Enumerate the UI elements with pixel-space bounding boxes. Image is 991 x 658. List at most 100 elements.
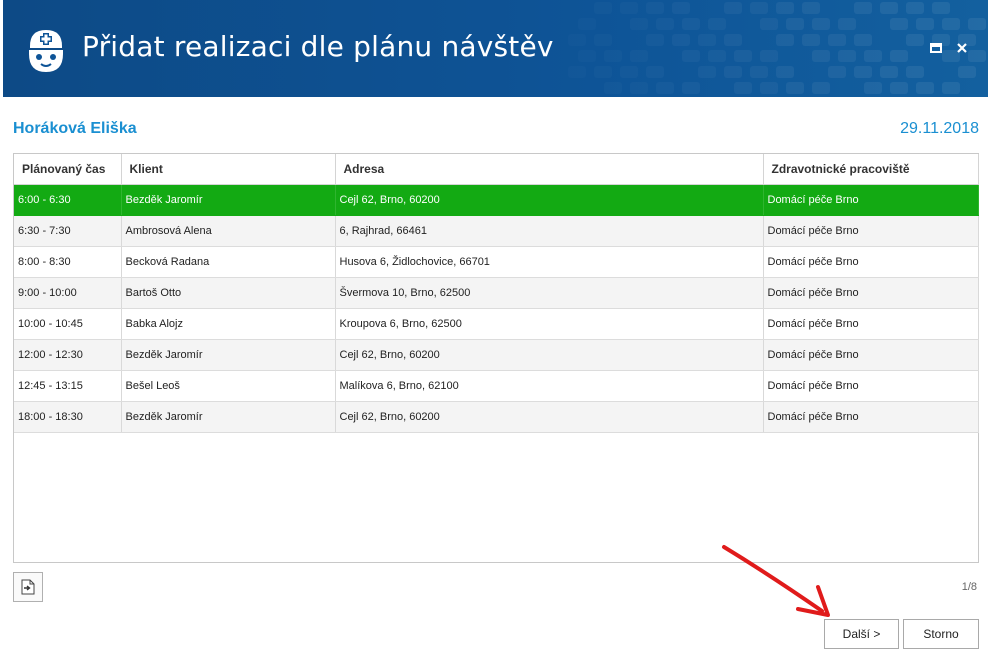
pattern-tile: [838, 18, 856, 30]
column-time-cell: 8:00 - 8:30: [14, 246, 122, 278]
column-time-cell: 9:00 - 10:00: [14, 277, 122, 309]
pattern-tile: [594, 34, 612, 46]
pattern-tile: [682, 82, 700, 94]
pattern-tile: [630, 18, 648, 30]
pattern-tile: [880, 2, 898, 14]
cancel-button[interactable]: Storno: [903, 619, 979, 649]
pattern-tile: [890, 18, 908, 30]
visits-grid[interactable]: Plánovaný čas Klient Adresa Zdravotnické pr…: [13, 153, 979, 563]
window-title: Přidat realizaci dle plánu návštěv: [82, 30, 554, 63]
pattern-tile: [630, 82, 648, 94]
header-pattern: [568, 0, 988, 97]
pattern-tile: [708, 18, 726, 30]
export-button[interactable]: [13, 572, 43, 602]
pattern-tile: [776, 34, 794, 46]
table-row[interactable]: 8:00 - 8:30 Becková Radana Husova 6, Židlo…: [14, 246, 979, 278]
pattern-tile: [750, 66, 768, 78]
pattern-tile: [568, 66, 586, 78]
pattern-tile: [906, 2, 924, 14]
column-client-cell: Bartoš Otto: [121, 277, 336, 309]
pattern-tile: [890, 82, 908, 94]
column-workplace-cell: Domácí péče Brno: [763, 308, 979, 340]
table-row[interactable]: 6:30 - 7:30 Ambrosová Alena 6, Rajhrad, 66…: [14, 215, 979, 247]
table-row[interactable]: 9:00 - 10:00 Bartoš Otto Švermova 10, Brno…: [14, 277, 979, 309]
pattern-tile: [812, 82, 830, 94]
page-counter: 1/8: [961, 581, 977, 593]
table-row[interactable]: 12:00 - 12:30 Bezděk Jaromír Cejl 62, Brno…: [14, 339, 979, 371]
pattern-tile: [604, 50, 622, 62]
column-time-cell: 12:45 - 13:15: [14, 370, 122, 402]
table-row[interactable]: 6:00 - 6:30 Bezděk Jaromír Cejl 62, Brno, …: [14, 184, 979, 216]
column-workplace-header[interactable]: Zdravotnické pracoviště: [763, 154, 979, 185]
pattern-tile: [854, 66, 872, 78]
pattern-tile: [786, 18, 804, 30]
column-client-header[interactable]: Klient: [121, 154, 336, 185]
pattern-tile: [812, 50, 830, 62]
column-address-header[interactable]: Adresa: [335, 154, 764, 185]
column-workplace-cell: Domácí péče Brno: [763, 401, 979, 433]
close-icon[interactable]: [954, 40, 970, 56]
pattern-tile: [594, 2, 612, 14]
pattern-tile: [932, 2, 950, 14]
column-address-cell: Kroupova 6, Brno, 62500: [335, 308, 764, 340]
pattern-tile: [672, 34, 690, 46]
pattern-tile: [890, 50, 908, 62]
column-address-cell: Malíkova 6, Brno, 62100: [335, 370, 764, 402]
table-row[interactable]: 10:00 - 10:45 Babka Alojz Kroupova 6, Brno…: [14, 308, 979, 340]
column-address-cell: 6, Rajhrad, 66461: [335, 215, 764, 247]
pattern-tile: [578, 50, 596, 62]
column-workplace-cell: Domácí péče Brno: [763, 370, 979, 402]
column-client-cell: Bezděk Jaromír: [121, 339, 336, 371]
pattern-tile: [604, 82, 622, 94]
pattern-tile: [698, 34, 716, 46]
column-time-cell: 12:00 - 12:30: [14, 339, 122, 371]
visit-date: 29.11.2018: [900, 120, 979, 137]
column-time-cell: 6:30 - 7:30: [14, 215, 122, 247]
column-time-cell: 6:00 - 6:30: [14, 184, 122, 216]
column-time-cell: 18:00 - 18:30: [14, 401, 122, 433]
column-address-cell: Švermova 10, Brno, 62500: [335, 277, 764, 309]
pattern-tile: [802, 34, 820, 46]
column-client-cell: Bezděk Jaromír: [121, 184, 336, 216]
column-address-cell: Cejl 62, Brno, 60200: [335, 401, 764, 433]
pattern-tile: [828, 66, 846, 78]
pattern-tile: [864, 82, 882, 94]
pattern-tile: [682, 18, 700, 30]
pattern-tile: [958, 66, 976, 78]
pattern-tile: [682, 50, 700, 62]
pattern-tile: [724, 34, 742, 46]
column-address-cell: Cejl 62, Brno, 60200: [335, 184, 764, 216]
pattern-tile: [656, 82, 674, 94]
table-body: 6:00 - 6:30 Bezděk Jaromír Cejl 62, Brno, …: [14, 184, 979, 433]
pattern-tile: [760, 50, 778, 62]
pattern-tile: [786, 82, 804, 94]
next-button[interactable]: Další >: [824, 619, 899, 649]
pattern-tile: [906, 34, 924, 46]
pattern-tile: [968, 50, 986, 62]
pattern-tile: [916, 18, 934, 30]
pattern-tile: [854, 34, 872, 46]
column-time-cell: 10:00 - 10:45: [14, 308, 122, 340]
column-time-header[interactable]: Plánovaný čas: [14, 154, 122, 185]
pattern-tile: [698, 66, 716, 78]
pattern-tile: [630, 50, 648, 62]
pattern-tile: [724, 66, 742, 78]
pattern-tile: [828, 34, 846, 46]
pattern-tile: [968, 18, 986, 30]
pattern-tile: [734, 50, 752, 62]
pattern-tile: [646, 34, 664, 46]
maximize-icon[interactable]: [928, 40, 944, 56]
table-row[interactable]: 18:00 - 18:30 Bezděk Jaromír Cejl 62, Brno…: [14, 401, 979, 433]
pattern-tile: [646, 66, 664, 78]
column-client-cell: Becková Radana: [121, 246, 336, 278]
pattern-tile: [620, 2, 638, 14]
pattern-tile: [906, 66, 924, 78]
column-workplace-cell: Domácí péče Brno: [763, 246, 979, 278]
patient-name: Horáková Eliška: [13, 120, 137, 137]
column-client-cell: Ambrosová Alena: [121, 215, 336, 247]
pattern-tile: [620, 66, 638, 78]
pattern-tile: [942, 18, 960, 30]
export-icon: [21, 579, 35, 595]
table-row[interactable]: 12:45 - 13:15 Bešel Leoš Malíkova 6, Brno,…: [14, 370, 979, 402]
column-address-cell: Cejl 62, Brno, 60200: [335, 339, 764, 371]
